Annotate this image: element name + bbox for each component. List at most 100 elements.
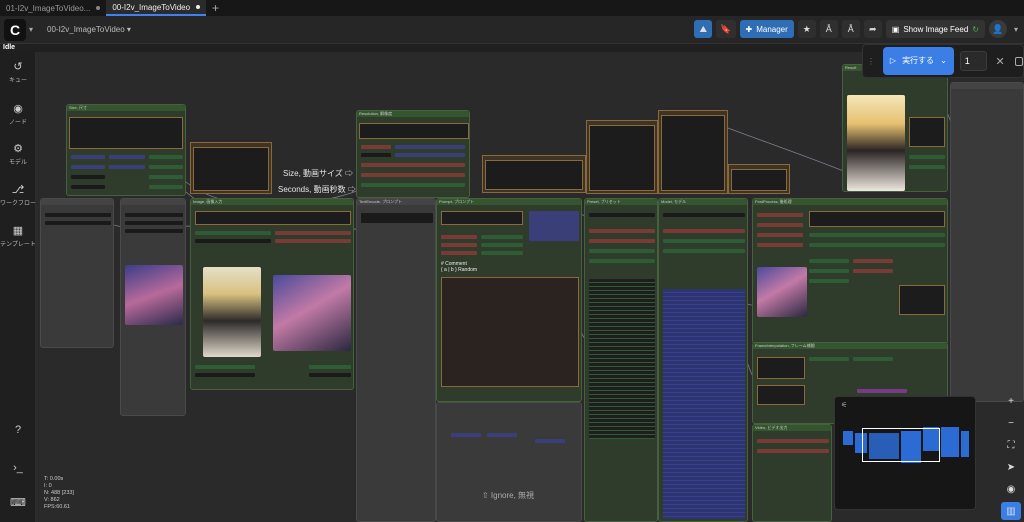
puzzle-icon: ✚	[745, 24, 753, 34]
unsaved-dot-icon	[96, 6, 101, 10]
chevron-down-icon[interactable]: ▾	[29, 25, 33, 34]
node-load-image[interactable]: Image, 画像入力	[190, 198, 354, 390]
minimap-viewport[interactable]	[862, 428, 940, 462]
top-menu-bar: C ▾ 00-I2v_ImageToVideo ▾ ⛰ 🔖 ✚ Manager ★…	[0, 16, 1024, 44]
play-icon: ▷	[889, 56, 897, 65]
batch-count-input[interactable]: 1	[959, 51, 988, 71]
node-postprocess[interactable]: PostProcess, 後処理	[752, 198, 948, 344]
minimap-node	[961, 431, 969, 457]
model-icon: ⚙	[13, 143, 23, 155]
node-model[interactable]: Model, モデル	[658, 198, 748, 522]
zoom-in-icon[interactable]: +	[1001, 392, 1021, 410]
canvas-toolbar: + − ⛶ ➤ ◉ ▥	[998, 390, 1024, 522]
comment-help-line2: { a | b } Random	[441, 267, 478, 273]
manager-label: Manager	[756, 24, 788, 34]
workflow-icon: ⎇	[11, 184, 25, 196]
group-placeholder-d[interactable]	[658, 110, 728, 194]
select-mode-icon[interactable]: ➤	[1001, 458, 1021, 476]
minimap-node	[843, 431, 853, 445]
node-loader-a[interactable]	[40, 198, 114, 348]
workflow-name: 00-I2v_ImageToVideo	[47, 25, 125, 34]
settings-sliders-icon[interactable]: ⚟	[841, 401, 847, 409]
help-icon: ?	[14, 424, 22, 436]
tab-label: 01-I2v_ImageToVideo...	[6, 3, 91, 13]
workflow-name-dropdown[interactable]: 00-I2v_ImageToVideo ▾	[47, 25, 131, 34]
share-a-icon[interactable]: Å	[819, 20, 838, 38]
drag-handle-icon[interactable]: ⋮	[867, 57, 875, 66]
node-preset[interactable]: Preset, プリセット	[584, 198, 658, 522]
sidebar-item-models[interactable]: ⚙ モデル	[0, 142, 36, 166]
input-image-thumbnail	[203, 267, 261, 357]
sidebar-item-label: テンプレート	[0, 242, 36, 248]
template-icon: ▦	[12, 225, 24, 237]
show-image-feed-button[interactable]: ▣ Show Image Feed ↻	[885, 20, 985, 38]
seconds-note-label: Seconds, 動画秒数 ⇨	[278, 185, 356, 194]
node-ignore-group[interactable]	[436, 402, 582, 522]
sidebar-item-label: キュー	[8, 78, 27, 84]
queue-toggle-icon[interactable]	[1014, 56, 1023, 66]
user-avatar-icon[interactable]: 👤	[988, 20, 1007, 38]
refresh-icon: ↻	[972, 24, 979, 34]
run-label: 実行する	[902, 56, 935, 65]
sidebar-item-label: ノード	[8, 120, 27, 126]
comfy-logo-icon[interactable]: C	[4, 18, 26, 41]
node-size-group[interactable]: Size, 尺寸	[66, 104, 186, 196]
chevron-down-icon[interactable]: ⌄	[940, 56, 947, 66]
fit-view-icon[interactable]: ⛶	[1001, 436, 1021, 454]
add-tab-icon[interactable]: +	[206, 1, 225, 15]
keyboard-button[interactable]: ⌨	[0, 496, 36, 511]
node-image-preview-a[interactable]	[120, 198, 186, 416]
tab-workflow-00[interactable]: 00-I2v_ImageToVideo	[106, 0, 207, 16]
zoom-out-icon[interactable]: −	[1001, 414, 1021, 432]
image-feed-label: Show Image Feed	[903, 24, 969, 34]
sidebar-item-nodes[interactable]: ◉ ノード	[0, 102, 36, 126]
group-placeholder-b[interactable]	[482, 155, 586, 193]
minimap[interactable]: ⚟	[834, 396, 976, 510]
node-right-edge[interactable]	[950, 82, 1024, 402]
generated-image-thumbnail	[125, 265, 183, 325]
sidebar-item-label: ワークフロー	[0, 201, 37, 207]
result-image-thumbnail	[847, 95, 905, 191]
comment-help: # Comment{ a | b } Random	[441, 261, 477, 273]
run-button[interactable]: ▷ 実行する ⌄	[883, 47, 954, 75]
image-icon: ▣	[891, 24, 900, 34]
node-text-encode-group[interactable]: TextEncode, プロンプト	[356, 198, 436, 522]
minimap-toggle-icon[interactable]: ▥	[1001, 502, 1021, 520]
group-placeholder-e[interactable]	[728, 164, 790, 194]
status-text: Idle	[3, 44, 16, 51]
group-placeholder-c[interactable]	[586, 120, 658, 194]
history-icon: ↺	[13, 61, 23, 73]
sidebar-item-queue[interactable]: ↺ キュー	[0, 60, 36, 84]
help-button[interactable]: ?	[0, 424, 36, 438]
share-arrow-icon[interactable]: ➦	[863, 20, 882, 38]
manager-button[interactable]: ✚ Manager	[739, 20, 794, 38]
sidebar: ↺ キュー ◉ ノード ⚙ モデル ⎇ ワークフロー ▦ テンプレート ? ›_ ⌨	[0, 52, 36, 522]
cancel-icon[interactable]: ✕	[995, 55, 1004, 68]
canvas-stats: T: 0.00s I: 0 N: 488 [233] V: 862 FPS:60…	[44, 476, 74, 511]
star-icon[interactable]: ★	[797, 20, 816, 38]
ignore-note-label: ⇧ Ignore, 無視	[482, 491, 535, 500]
keyboard-icon: ⌨	[10, 497, 26, 509]
stat-v: V: 862	[44, 497, 60, 503]
preview-image-thumbnail	[273, 275, 351, 351]
terminal-button[interactable]: ›_	[0, 462, 36, 476]
sidebar-item-workflows[interactable]: ⎇ ワークフロー	[0, 183, 36, 207]
chevron-down-icon[interactable]: ▾	[1014, 25, 1018, 34]
minimap-node	[941, 427, 959, 457]
node-model-loader[interactable]: Resolution, 解像度	[356, 110, 470, 198]
bookmark-icon[interactable]: 🔖	[716, 20, 736, 38]
stat-time: T: 0.00s	[44, 476, 64, 482]
comfy-icon-button[interactable]: ⛰	[694, 20, 713, 38]
group-placeholder-a[interactable]	[190, 142, 272, 194]
visibility-eye-icon[interactable]: ◉	[1001, 480, 1021, 498]
node-video-output[interactable]: Video, ビデオ出力	[752, 424, 832, 522]
stat-nodes: N: 488 [233]	[44, 490, 74, 496]
tab-workflow-01[interactable]: 01-I2v_ImageToVideo...	[0, 0, 106, 16]
sidebar-item-templates[interactable]: ▦ テンプレート	[0, 224, 36, 248]
tab-bar: 01-I2v_ImageToVideo... 00-I2v_ImageToVid…	[0, 0, 1024, 16]
node-save-image[interactable]: Result	[842, 64, 948, 192]
node-prompt[interactable]: Prompt, プロンプト # Comment{ a | b } Random	[436, 198, 582, 402]
share-b-icon[interactable]: Å	[841, 20, 860, 38]
tab-label: 00-I2v_ImageToVideo	[112, 2, 191, 12]
terminal-icon: ›_	[13, 462, 23, 474]
